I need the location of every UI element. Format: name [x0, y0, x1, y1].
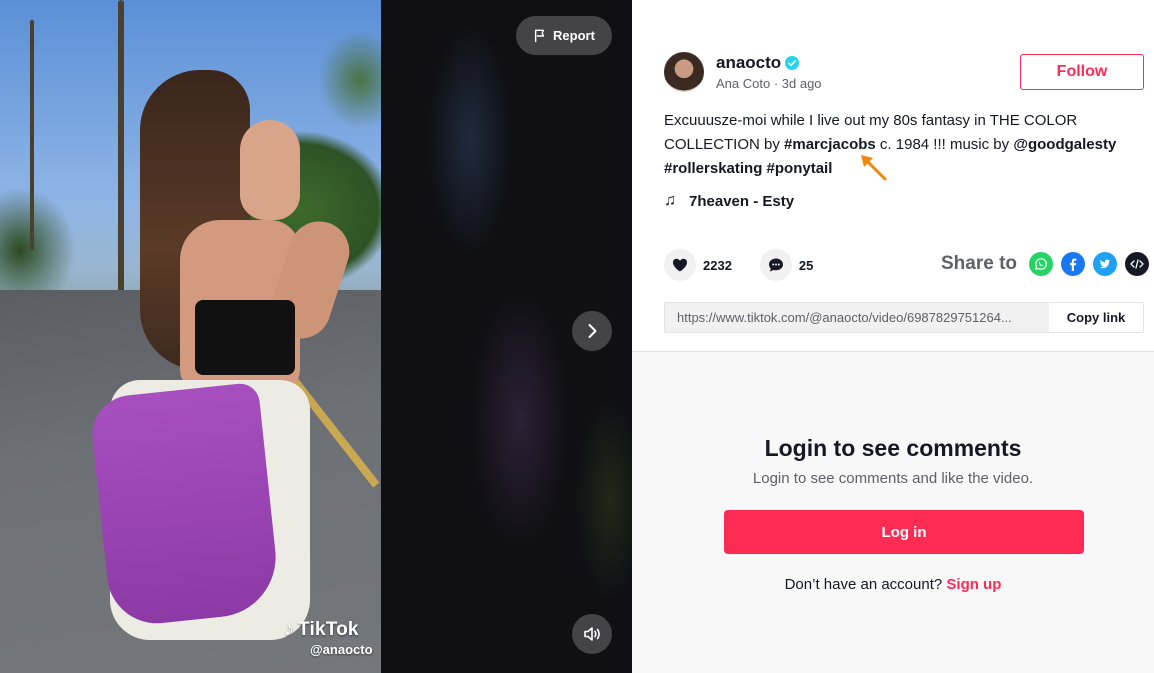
username-row: anaocto — [716, 53, 822, 73]
follow-button[interactable]: Follow — [1020, 54, 1144, 90]
chevron-right-icon — [588, 324, 597, 338]
embed-icon[interactable] — [1125, 252, 1150, 276]
cursor-arrow-icon — [861, 155, 887, 181]
no-account-text: Don’t have an account? — [784, 576, 943, 593]
video-person-face — [240, 120, 300, 220]
hashtag-link[interactable]: #marcjacobs — [784, 136, 876, 153]
avatar[interactable] — [664, 52, 704, 92]
facebook-icon[interactable] — [1061, 252, 1086, 276]
report-label: Report — [553, 28, 595, 43]
signup-row: Don’t have an account? Sign up — [632, 576, 1154, 593]
copy-link-box: https://www.tiktok.com/@anaocto/video/69… — [664, 302, 1144, 333]
comment-button[interactable] — [759, 249, 792, 281]
author-subline: Ana Coto · 3d ago — [716, 76, 822, 91]
video-info-panel: anaocto Ana Coto · 3d ago Follow Excuuus… — [632, 0, 1154, 673]
video-url-field[interactable]: https://www.tiktok.com/@anaocto/video/69… — [665, 303, 1049, 332]
comments-section: Login to see comments Login to see comme… — [632, 351, 1154, 673]
tiktok-logo-icon: ♪ — [284, 618, 294, 640]
tiktok-watermark: ♪ TikTok @anaocto — [284, 618, 373, 657]
next-video-button[interactable] — [572, 311, 612, 351]
video-caption: Excuuusze-moi while I live out my 80s fa… — [664, 109, 1134, 181]
whatsapp-icon[interactable] — [1029, 252, 1054, 276]
report-button[interactable]: Report — [516, 16, 612, 55]
watermark-handle: @anaocto — [310, 642, 373, 657]
video-scene-palm — [118, 0, 124, 300]
twitter-icon[interactable] — [1093, 252, 1118, 276]
twitter-glyph-icon — [1099, 259, 1111, 269]
music-link[interactable]: ♫ 7heaven - Esty — [664, 192, 794, 210]
comment-stat: 25 — [759, 249, 814, 281]
video-person-sweater — [88, 381, 282, 629]
video-frame[interactable]: ♪ TikTok @anaocto — [0, 0, 381, 673]
like-button[interactable] — [664, 249, 696, 281]
speaker-icon — [584, 627, 600, 641]
subline-separator: · — [770, 76, 782, 91]
hashtag-link[interactable]: #ponytail — [767, 160, 833, 177]
author-text: anaocto Ana Coto · 3d ago — [716, 53, 822, 91]
music-title: 7heaven - Esty — [689, 192, 795, 210]
username-link[interactable]: anaocto — [716, 53, 781, 73]
signup-link[interactable]: Sign up — [946, 576, 1001, 593]
watermark-logo-text: TikTok — [298, 618, 359, 640]
engagement-stats: 2232 25 — [664, 249, 841, 281]
share-bar: Share to — [941, 252, 1150, 276]
comment-count: 25 — [798, 257, 814, 273]
author-block: anaocto Ana Coto · 3d ago — [664, 52, 822, 92]
volume-button[interactable] — [572, 614, 612, 654]
login-button[interactable]: Log in — [724, 510, 1084, 554]
login-prompt-subtitle: Login to see comments and like the video… — [752, 470, 1034, 487]
video-player[interactable]: ♪ TikTok @anaocto Report — [0, 0, 632, 673]
hashtag-link[interactable]: #rollerskating — [664, 160, 762, 177]
whatsapp-glyph-icon — [1035, 258, 1047, 270]
video-person-top — [195, 300, 295, 375]
posted-time: 3d ago — [781, 76, 822, 91]
mention-link[interactable]: @goodgalesty — [1013, 136, 1116, 153]
login-prompt-title: Login to see comments — [764, 435, 1022, 461]
video-scene-palm — [30, 20, 34, 250]
display-name: Ana Coto — [716, 76, 771, 91]
copy-link-button[interactable]: Copy link — [1049, 303, 1143, 332]
comment-bubble-icon — [768, 258, 783, 272]
music-note-icon: ♫ — [664, 192, 676, 209]
heart-icon — [673, 258, 687, 272]
caption-text: c. 1984 !!! music by — [875, 136, 1014, 153]
share-label: Share to — [941, 253, 1018, 274]
like-stat: 2232 — [664, 249, 732, 281]
flag-icon — [534, 29, 545, 42]
verified-badge-icon — [785, 56, 800, 70]
like-count: 2232 — [703, 257, 732, 273]
facebook-glyph-icon — [1070, 258, 1077, 271]
embed-glyph-icon — [1130, 259, 1144, 269]
